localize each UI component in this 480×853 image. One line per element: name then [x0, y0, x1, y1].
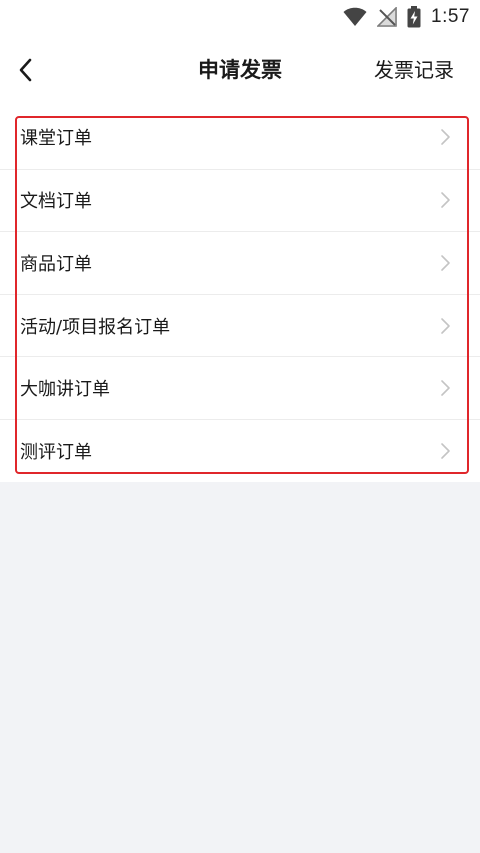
order-item-label: 商品订单 — [20, 253, 92, 275]
chevron-right-icon — [441, 317, 450, 334]
order-item-label: 活动/项目报名订单 — [20, 316, 171, 338]
chevron-right-icon — [441, 192, 450, 209]
order-item-label: 文档订单 — [20, 191, 92, 213]
order-item-document[interactable]: 文档订单 — [0, 168, 480, 232]
status-bar: 1:57 — [0, 0, 480, 34]
chevron-left-icon — [19, 58, 32, 82]
order-type-list: 课堂订单 文档订单 商品订单 活动/项目报名订单 大咖讲订单 测评订单 — [0, 106, 480, 482]
order-item-label: 课堂订单 — [20, 128, 92, 150]
battery-charging-icon — [407, 6, 421, 28]
order-item-label: 测评订单 — [20, 441, 92, 463]
order-item-event-registration[interactable]: 活动/项目报名订单 — [0, 293, 480, 357]
chevron-right-icon — [441, 129, 450, 146]
order-item-classroom[interactable]: 课堂订单 — [0, 106, 480, 169]
order-item-product[interactable]: 商品订单 — [0, 231, 480, 294]
order-item-assessment[interactable]: 测评订单 — [0, 418, 480, 482]
invoice-records-link[interactable]: 发票记录 — [374, 34, 454, 106]
empty-content-area — [0, 482, 480, 853]
chevron-right-icon — [441, 255, 450, 271]
back-button[interactable] — [10, 54, 42, 86]
wifi-icon — [343, 7, 367, 27]
status-time: 1:57 — [431, 6, 470, 27]
app-header: 申请发票 发票记录 — [0, 34, 480, 106]
chevron-right-icon — [441, 442, 450, 459]
status-icons: 1:57 — [343, 6, 470, 28]
chevron-right-icon — [441, 380, 450, 396]
no-signal-icon — [377, 7, 397, 27]
order-item-label: 大咖讲订单 — [20, 379, 110, 401]
order-item-expert-talk[interactable]: 大咖讲订单 — [0, 356, 480, 419]
